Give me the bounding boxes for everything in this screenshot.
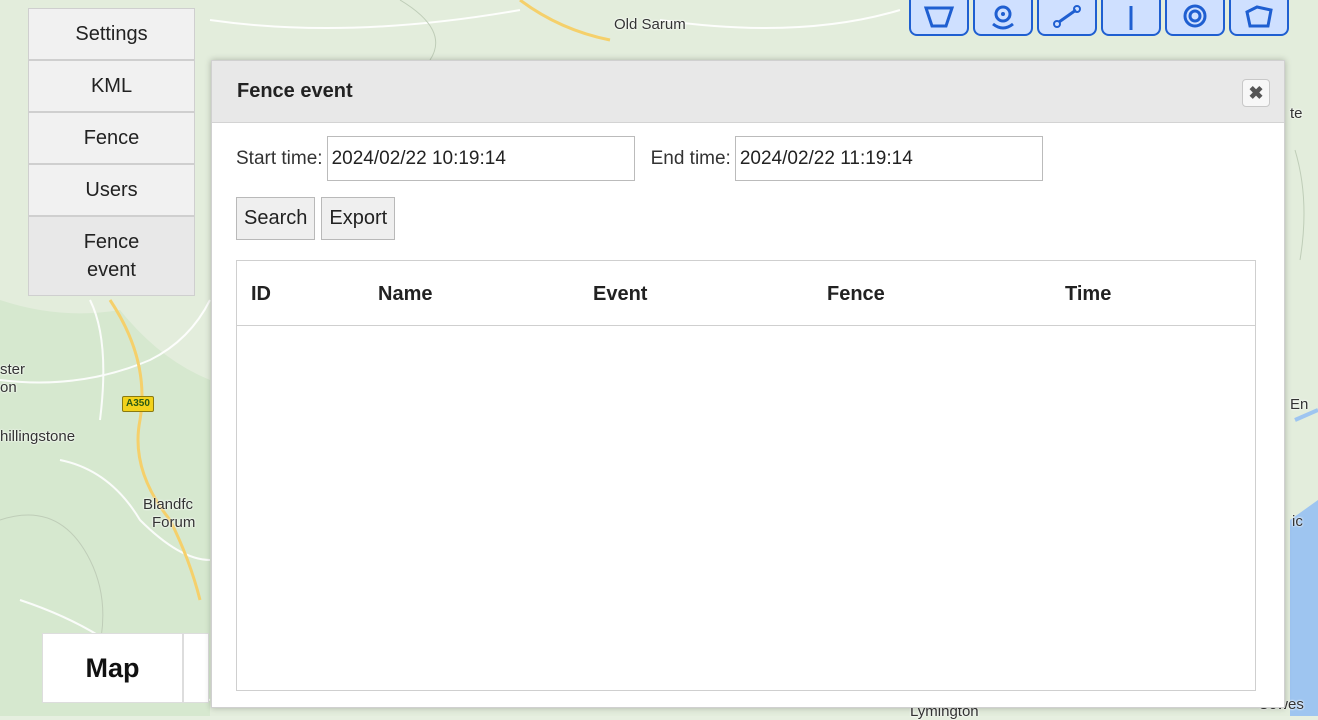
map-label-forum: Forum bbox=[152, 514, 196, 531]
map-label-on: on bbox=[0, 379, 17, 396]
map-label-blandford: Blandfc bbox=[143, 496, 194, 513]
close-icon: ✖ bbox=[1248, 82, 1264, 103]
map-label-shillingstone: hillingstone bbox=[0, 428, 76, 445]
close-button[interactable]: ✖ bbox=[1242, 79, 1270, 107]
pole-icon[interactable] bbox=[1101, 0, 1161, 36]
sidebar-item-label: Fence bbox=[83, 126, 140, 149]
fence-event-dialog: Fence event ✖ Start time: End time: Sear… bbox=[211, 60, 1285, 708]
start-time-input[interactable] bbox=[326, 136, 635, 181]
polygon-icon[interactable] bbox=[909, 0, 969, 36]
dialog-title: Fence event bbox=[237, 80, 353, 102]
search-button[interactable]: Search bbox=[236, 197, 316, 240]
map-label-old-sarum: Old Sarum bbox=[614, 16, 686, 33]
map-tab-label: Map bbox=[85, 652, 140, 683]
sidebar-item-label: Users bbox=[85, 178, 138, 201]
map-label-ster: ster bbox=[0, 361, 26, 378]
export-button[interactable]: Export bbox=[321, 197, 396, 240]
map-toolbar bbox=[909, 0, 1289, 36]
sidebar-item-label: Fence event bbox=[83, 231, 140, 281]
end-time-label: End time: bbox=[650, 147, 731, 169]
circle-target-icon[interactable] bbox=[1165, 0, 1225, 36]
sidebar-item-label: KML bbox=[90, 74, 133, 97]
end-time-input[interactable] bbox=[734, 136, 1043, 181]
time-filter-row: Start time: End time: bbox=[236, 136, 1043, 181]
location-pin-icon[interactable] bbox=[973, 0, 1033, 36]
dialog-header: Fence event ✖ bbox=[212, 61, 1284, 123]
column-header-event: Event bbox=[593, 283, 648, 305]
fence-event-table: ID Name Event Fence Time bbox=[236, 260, 1256, 691]
polygon-fence-icon[interactable] bbox=[1229, 0, 1289, 36]
column-header-id: ID bbox=[251, 283, 271, 305]
table-header: ID Name Event Fence Time bbox=[237, 261, 1255, 326]
sidebar-item-users[interactable]: Users bbox=[28, 164, 195, 216]
sidebar-item-fence-event[interactable]: Fence event bbox=[28, 216, 195, 296]
column-header-fence: Fence bbox=[827, 283, 885, 305]
map-tab[interactable]: Map bbox=[42, 633, 183, 703]
route-icon[interactable] bbox=[1037, 0, 1097, 36]
action-buttons: Search Export bbox=[236, 197, 396, 240]
map-label-right-ic: ic bbox=[1292, 513, 1303, 530]
sidebar-item-settings[interactable]: Settings bbox=[28, 8, 195, 60]
sidebar-item-fence[interactable]: Fence bbox=[28, 112, 195, 164]
sidebar-item-kml[interactable]: KML bbox=[28, 60, 195, 112]
map-label-right-te: te bbox=[1290, 105, 1303, 122]
start-time-label: Start time: bbox=[236, 147, 323, 169]
column-header-time: Time bbox=[1065, 283, 1112, 305]
sidebar-item-label: Settings bbox=[75, 22, 148, 45]
map-tab-secondary[interactable] bbox=[183, 633, 209, 703]
road-shield-a350: A350 bbox=[122, 396, 154, 412]
column-header-name: Name bbox=[378, 283, 433, 305]
map-label-right-en: En bbox=[1290, 396, 1309, 413]
